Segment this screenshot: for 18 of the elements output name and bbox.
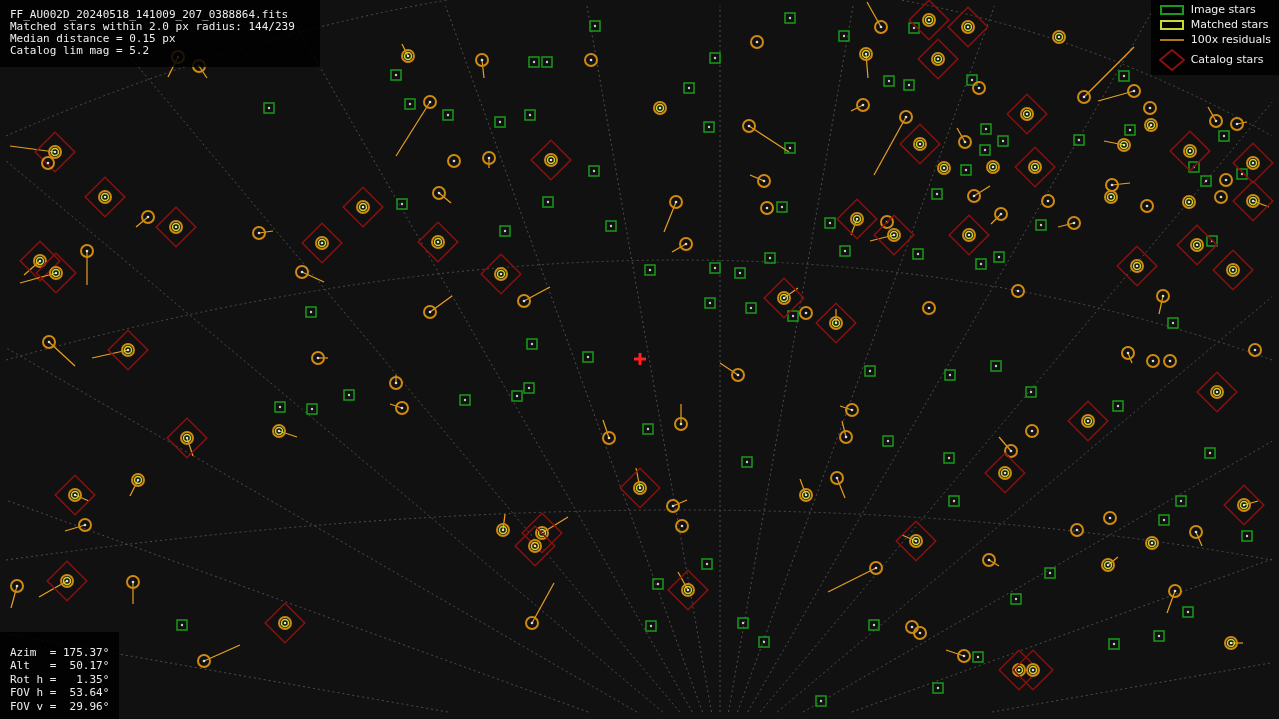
rectangle-marker-icon — [1158, 19, 1185, 31]
info-text: Catalog lim mag = 5.2 — [10, 45, 151, 57]
square-marker-icon — [1158, 4, 1185, 16]
info-text: Matched stars within 2.0 px radius: 144/239 — [10, 21, 296, 33]
info-text: Median distance = 0.15 px — [10, 33, 177, 45]
center-cross-icon — [634, 353, 646, 365]
legend-label: Matched stars — [1190, 19, 1270, 31]
residual-line-icon — [1158, 38, 1185, 42]
pointing-text: FOV v = 29.96° — [10, 699, 110, 713]
pointing-text: Azim = 175.37° — [10, 645, 110, 659]
pointing-text: Alt = 50.17° — [10, 659, 110, 673]
legend-label: 100x residuals — [1190, 34, 1271, 46]
diamond-marker-icon — [1158, 49, 1185, 71]
legend-label: Catalog stars — [1190, 54, 1265, 66]
pointing-text: FOV h = 53.64° — [10, 686, 110, 700]
legend-label: Image stars — [1190, 4, 1257, 16]
info-text: FF_AU002D_20240518_141009_207_0388864.fits — [10, 9, 290, 21]
pointing-text: Rot h = 1.35° — [10, 672, 110, 686]
